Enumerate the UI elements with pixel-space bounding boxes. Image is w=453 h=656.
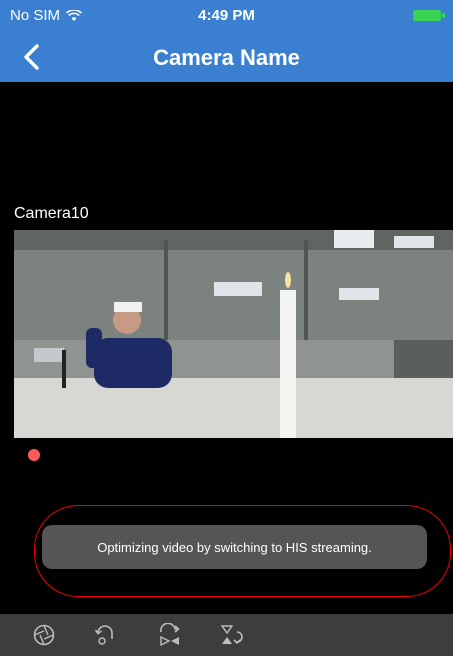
- video-frame-image: [14, 230, 453, 438]
- camera-video-feed[interactable]: [14, 230, 453, 438]
- toast-message: Optimizing video by switching to HIS str…: [97, 539, 372, 555]
- status-bar: No SIM 4:49 PM: [0, 0, 453, 32]
- nav-bar: Camera Name: [0, 32, 453, 82]
- bottom-toolbar: [0, 614, 453, 656]
- recording-indicator: [28, 449, 40, 461]
- aperture-icon: [33, 624, 55, 646]
- streaming-toast: Optimizing video by switching to HIS str…: [42, 525, 427, 569]
- status-time: 4:49 PM: [198, 7, 255, 24]
- page-title: Camera Name: [153, 45, 300, 70]
- aperture-button[interactable]: [32, 623, 56, 647]
- flip-vertical-icon: [220, 625, 243, 645]
- rotate-icon: [94, 625, 113, 645]
- flip-horizontal-icon: [160, 622, 180, 647]
- flip-vertical-button[interactable]: [220, 623, 244, 647]
- camera-name-label: Camera10: [14, 205, 89, 222]
- rotate-button[interactable]: [94, 623, 118, 647]
- battery-charging-icon: [413, 10, 445, 21]
- flip-horizontal-button[interactable]: [158, 622, 182, 647]
